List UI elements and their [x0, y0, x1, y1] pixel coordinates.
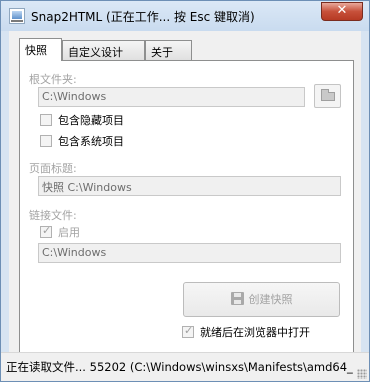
client-area: 快照 自定义设计 关于 根文件夹: C:\Windows 包含隐藏项目 包含系统…: [9, 31, 361, 376]
tab-custom-design[interactable]: 自定义设计: [62, 40, 145, 60]
enable-link-checkbox[interactable]: 启用: [40, 224, 80, 240]
include-hidden-label: 包含隐藏项目: [58, 114, 124, 127]
root-folder-label: 根文件夹:: [29, 73, 77, 86]
open-after-checkbox[interactable]: 就绪后在浏览器中打开: [182, 324, 310, 340]
enable-link-label: 启用: [58, 226, 80, 239]
page-title-label: 页面标题:: [29, 162, 77, 175]
enable-link-box[interactable]: [40, 224, 52, 238]
window-title: Snap2HTML (正在工作... 按 Esc 键取消): [31, 10, 255, 24]
create-snapshot-label: 创建快照: [248, 293, 293, 306]
resize-grip[interactable]: [357, 369, 367, 379]
close-button[interactable]: ✕: [321, 2, 363, 21]
include-hidden-box[interactable]: [40, 114, 52, 126]
link-files-label: 链接文件:: [29, 209, 77, 222]
tab-about[interactable]: 关于: [145, 40, 192, 60]
create-snapshot-button[interactable]: 创建快照: [183, 282, 340, 317]
page-title-input[interactable]: 快照 C:\Windows: [38, 176, 341, 196]
include-system-box[interactable]: [40, 135, 52, 147]
app-icon: [9, 8, 25, 24]
link-root-input[interactable]: C:\Windows: [38, 243, 341, 263]
browse-folder-button[interactable]: [314, 84, 341, 108]
status-bar: 正在读取文件... 55202 (C:\Windows\winsxs\Manif…: [1, 352, 369, 381]
include-hidden-checkbox[interactable]: 包含隐藏项目: [40, 112, 124, 128]
open-after-label: 就绪后在浏览器中打开: [200, 326, 310, 339]
root-folder-input[interactable]: C:\Windows: [38, 87, 305, 107]
include-system-label: 包含系统项目: [58, 135, 124, 148]
app-window: Snap2HTML (正在工作... 按 Esc 键取消) ✕ 快照 自定义设计…: [0, 0, 370, 382]
open-after-box[interactable]: [182, 324, 194, 338]
folder-icon: [321, 89, 335, 101]
include-system-checkbox[interactable]: 包含系统项目: [40, 133, 124, 149]
tab-snapshot[interactable]: 快照: [19, 38, 62, 61]
floppy-disk-icon: [230, 292, 244, 305]
status-text: 正在读取文件... 55202 (C:\Windows\winsxs\Manif…: [6, 360, 353, 374]
title-bar: Snap2HTML (正在工作... 按 Esc 键取消) ✕: [1, 1, 369, 31]
